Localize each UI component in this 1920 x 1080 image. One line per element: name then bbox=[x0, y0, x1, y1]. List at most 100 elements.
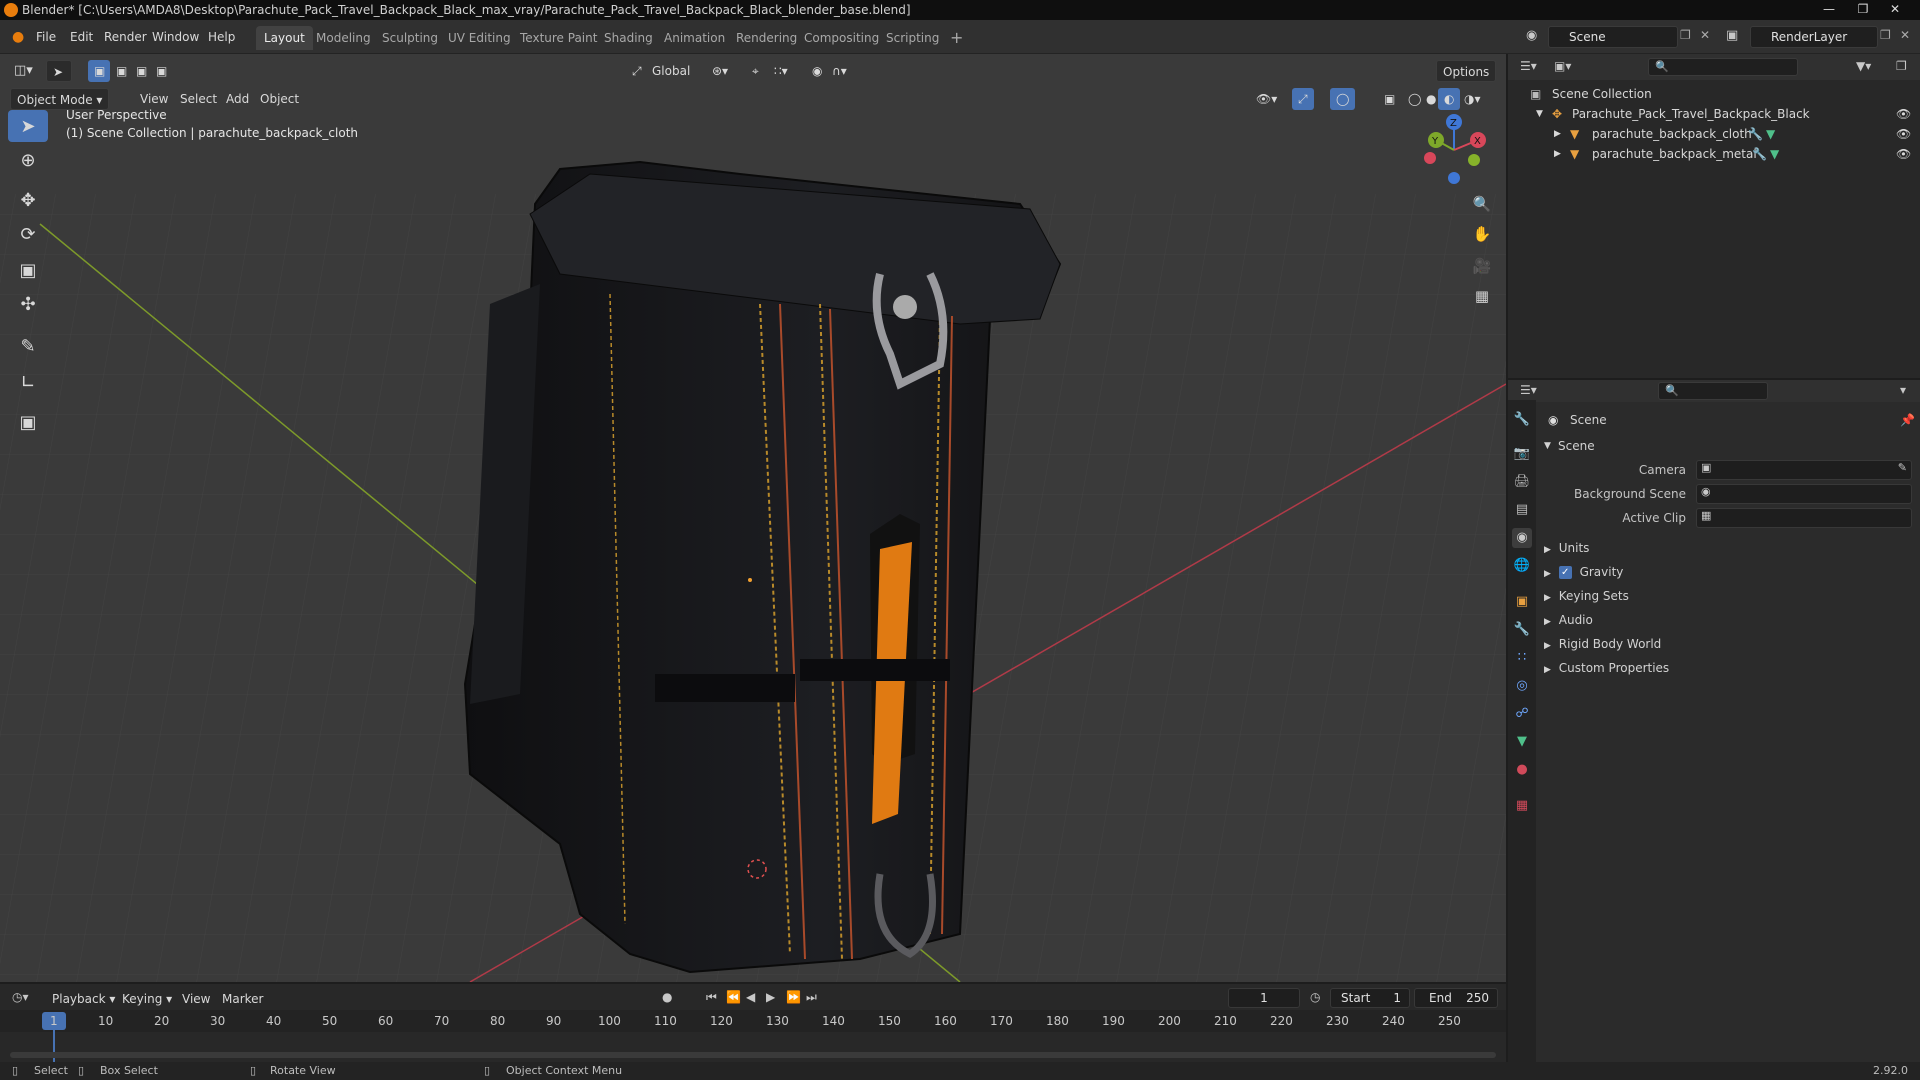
select-new-icon[interactable]: ▣ bbox=[88, 60, 110, 82]
move-tool[interactable]: ✥ bbox=[8, 184, 48, 216]
outliner-display-mode-icon[interactable]: ▣▾ bbox=[1554, 59, 1571, 73]
properties-options-icon[interactable]: ▾ bbox=[1900, 383, 1906, 397]
transform-orientation-dropdown[interactable]: Global bbox=[646, 60, 696, 82]
preview-range-icon[interactable]: ◷ bbox=[1310, 990, 1320, 1004]
visibility-eye-icon[interactable]: 👁 bbox=[1896, 104, 1911, 124]
filter-icon[interactable]: ▼▾ bbox=[1856, 59, 1871, 73]
visibility-icon[interactable]: 👁▾ bbox=[1250, 88, 1283, 110]
menu-add[interactable]: Add bbox=[220, 88, 255, 110]
outliner-search-input[interactable]: 🔍 bbox=[1648, 58, 1798, 76]
scene-panel-title[interactable]: Scene bbox=[1558, 436, 1595, 456]
scene-field[interactable]: Scene bbox=[1548, 26, 1678, 48]
menu-edit[interactable]: Edit bbox=[66, 27, 97, 47]
outliner-editor-icon[interactable]: ☰▾ bbox=[1520, 59, 1537, 73]
view-layer-tab-icon[interactable]: ▤ bbox=[1512, 500, 1532, 520]
playback-menu[interactable]: Playback ▾ bbox=[46, 988, 121, 1010]
start-frame-field[interactable]: Start 1 bbox=[1330, 988, 1410, 1008]
axis-gizmo[interactable]: Z X Y bbox=[1416, 112, 1496, 192]
outliner-row-cloth[interactable]: ▶ ▼ parachute_backpack_cloth 🔧 ▼ 👁 bbox=[1508, 124, 1920, 144]
data-tab-icon[interactable]: ▼ bbox=[1512, 732, 1532, 752]
properties-search-input[interactable]: 🔍 bbox=[1658, 382, 1768, 400]
menu-object[interactable]: Object bbox=[254, 88, 305, 110]
transform-orientation-icon[interactable]: ⤢ bbox=[626, 60, 648, 82]
jump-keyframe-back-icon[interactable]: ⏪ bbox=[726, 990, 741, 1004]
eyedropper-icon[interactable]: ✎ bbox=[1898, 461, 1907, 474]
section-keying-sets[interactable]: ▶ Keying Sets bbox=[1544, 586, 1914, 606]
background-scene-field[interactable]: ◉ bbox=[1696, 484, 1912, 504]
section-custom-properties[interactable]: ▶ Custom Properties bbox=[1544, 658, 1914, 678]
visibility-eye-icon[interactable]: 👁 bbox=[1896, 124, 1911, 144]
renderlayer-icon[interactable]: ▣ bbox=[1726, 28, 1738, 43]
gizmo-toggle-icon[interactable]: ⤢ bbox=[1292, 88, 1314, 110]
menu-file[interactable]: File bbox=[32, 27, 60, 47]
section-units[interactable]: ▶ Units bbox=[1544, 538, 1914, 558]
section-audio[interactable]: ▶ Audio bbox=[1544, 610, 1914, 630]
editor-type-icon[interactable]: ◫▾ bbox=[8, 60, 39, 82]
timeline-scrollbar[interactable] bbox=[10, 1052, 1496, 1058]
render-tab-icon[interactable]: 📷 bbox=[1512, 444, 1532, 464]
tab-scripting[interactable]: Scripting bbox=[878, 26, 947, 50]
world-tab-icon[interactable]: 🌐 bbox=[1512, 556, 1532, 576]
current-frame-field[interactable]: 1 bbox=[1228, 988, 1300, 1008]
timeline-editor-icon[interactable]: ◷▾ bbox=[12, 990, 29, 1004]
material-tab-icon[interactable]: ● bbox=[1512, 760, 1532, 780]
tab-shading[interactable]: Shading bbox=[596, 26, 661, 50]
outliner-row-collection[interactable]: ▼ ✥ Parachute_Pack_Travel_Backpack_Black… bbox=[1508, 104, 1920, 124]
end-frame-field[interactable]: End 250 bbox=[1414, 988, 1498, 1008]
select-intersect-icon[interactable]: ▣ bbox=[150, 60, 173, 82]
tool-tab-icon[interactable]: 🔧 bbox=[1512, 410, 1532, 430]
menu-select[interactable]: Select bbox=[174, 88, 223, 110]
modifier-tab-icon[interactable]: 🔧 bbox=[1512, 620, 1532, 640]
remove-scene-icon[interactable]: ✕ bbox=[1700, 28, 1710, 42]
keying-menu[interactable]: Keying ▾ bbox=[116, 988, 178, 1010]
camera-view-icon[interactable]: 🎥 bbox=[1468, 252, 1496, 280]
transform-tool[interactable]: ✣ bbox=[8, 288, 48, 320]
pivot-point-icon[interactable]: ⊛▾ bbox=[706, 60, 734, 82]
output-tab-icon[interactable]: 🖨 bbox=[1512, 472, 1532, 492]
renderlayer-field[interactable]: RenderLayer bbox=[1750, 26, 1878, 48]
active-clip-field[interactable]: ▦ bbox=[1696, 508, 1912, 528]
timeline-view-menu[interactable]: View bbox=[176, 988, 216, 1010]
options-dropdown[interactable]: Options bbox=[1436, 60, 1497, 82]
blender-menu-icon[interactable]: ● bbox=[8, 27, 28, 47]
scene-tab-icon[interactable]: ◉ bbox=[1512, 528, 1532, 548]
minimize-icon[interactable]: — bbox=[1814, 0, 1844, 18]
add-workspace-icon[interactable]: + bbox=[942, 26, 971, 50]
pan-hand-icon[interactable]: ✋ bbox=[1468, 220, 1496, 248]
visibility-eye-icon[interactable]: 👁 bbox=[1896, 144, 1911, 164]
menu-window[interactable]: Window bbox=[148, 27, 203, 47]
mode-dropdown[interactable]: Object Mode ▾ bbox=[10, 88, 110, 110]
new-scene-icon[interactable]: ❐ bbox=[1680, 28, 1691, 42]
tab-uv-editing[interactable]: UV Editing bbox=[440, 26, 519, 50]
jump-end-icon[interactable]: ⏭ bbox=[806, 990, 817, 1005]
marker-menu[interactable]: Marker bbox=[216, 988, 269, 1010]
tab-animation[interactable]: Animation bbox=[656, 26, 733, 50]
overlay-toggle-icon[interactable]: ◯ bbox=[1330, 88, 1356, 110]
pin-icon[interactable]: 📌 bbox=[1900, 410, 1915, 430]
snap-icon[interactable]: ⌖ bbox=[746, 60, 765, 82]
tab-texture-paint[interactable]: Texture Paint bbox=[512, 26, 605, 50]
tab-sculpting[interactable]: Sculpting bbox=[374, 26, 446, 50]
camera-field[interactable]: ▣ ✎ bbox=[1696, 460, 1912, 480]
properties-editor-icon[interactable]: ☰▾ bbox=[1520, 383, 1537, 397]
outliner-row-metal[interactable]: ▶ ▼ parachute_backpack_metal 🔧 ▼ 👁 bbox=[1508, 144, 1920, 164]
rotate-tool[interactable]: ⟳ bbox=[8, 218, 48, 250]
tab-rendering[interactable]: Rendering bbox=[728, 26, 805, 50]
zoom-icon[interactable]: 🔍 bbox=[1468, 190, 1496, 218]
menu-help[interactable]: Help bbox=[204, 27, 239, 47]
texture-tab-icon[interactable]: ▦ bbox=[1512, 796, 1532, 816]
physics-tab-icon[interactable]: ◎ bbox=[1512, 676, 1532, 696]
ortho-grid-icon[interactable]: ▦ bbox=[1468, 282, 1496, 310]
new-renderlayer-icon[interactable]: ❐ bbox=[1880, 28, 1891, 42]
menu-view[interactable]: View bbox=[134, 88, 174, 110]
select-mode-icon[interactable]: ➤ bbox=[46, 60, 72, 82]
jump-start-icon[interactable]: ⏮ bbox=[706, 990, 717, 1005]
snap-target-icon[interactable]: ∷▾ bbox=[768, 60, 794, 82]
gravity-checkbox[interactable]: ✓ bbox=[1558, 566, 1572, 579]
section-rigid-body-world[interactable]: ▶ Rigid Body World bbox=[1544, 634, 1914, 654]
select-box-tool[interactable]: ➤ bbox=[8, 110, 48, 142]
remove-renderlayer-icon[interactable]: ✕ bbox=[1900, 28, 1910, 42]
play-icon[interactable]: ▶ bbox=[766, 990, 775, 1004]
play-reverse-icon[interactable]: ◀ bbox=[746, 990, 755, 1004]
scene-selector-icon[interactable]: ◉ bbox=[1526, 28, 1537, 43]
